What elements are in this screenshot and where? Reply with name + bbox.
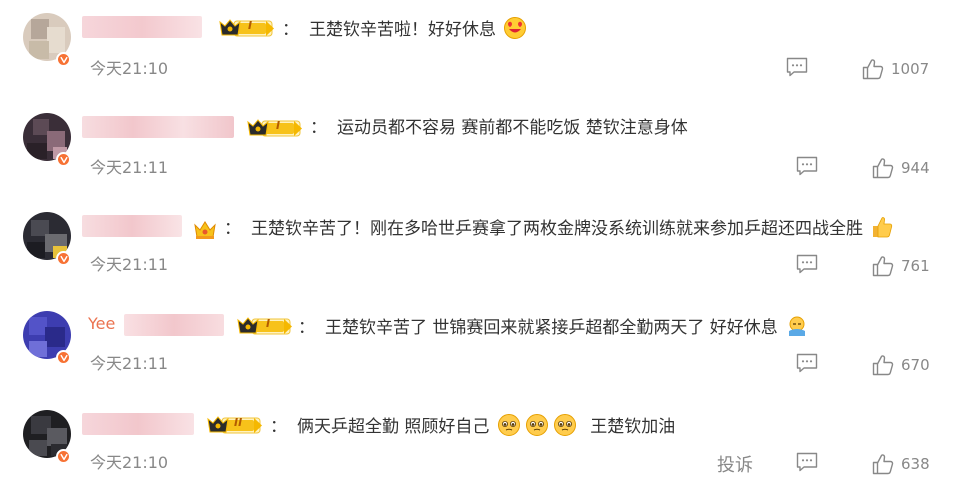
reply-icon[interactable] [786, 57, 808, 77]
comment-text: ：运动员都不容易 赛前都不能吃饭 楚钦注意身体 [310, 118, 688, 138]
username-blurred[interactable] [82, 413, 194, 435]
username-blurred[interactable] [82, 116, 234, 138]
thumbs-up-icon [871, 452, 895, 476]
badge-level: I [266, 317, 271, 330]
thumbs-up-icon [871, 254, 895, 278]
verified-badge-icon [56, 152, 71, 167]
thumbs-up-icon [861, 57, 885, 81]
username-blurred[interactable] [124, 314, 224, 336]
verified-badge-icon [56, 449, 71, 464]
verified-badge-icon [56, 251, 71, 266]
comment-text: ：王楚钦辛苦了！刚在多哈世乒赛拿了两枚金牌没系统训练就来参加乒超还四战全胜 [224, 215, 896, 241]
comment-item: I ：王楚钦辛苦啦！好好休息 今天21:10 1007 [0, 0, 960, 98]
comment-text: ：王楚钦辛苦啦！好好休息 [282, 16, 529, 42]
like-count: 1007 [891, 60, 930, 78]
comment-time: 今天21:11 [90, 255, 169, 274]
comment-time: 今天21:11 [90, 354, 169, 373]
pleading-emoji-icon [525, 414, 548, 436]
comment-item: I ：运动员都不容易 赛前都不能吃饭 楚钦注意身体 今天21:11 944 [0, 100, 960, 198]
thumbs-up-icon [871, 353, 895, 377]
comment-time: 今天21:11 [90, 158, 169, 177]
badge-level: II [234, 416, 243, 429]
verified-badge-icon [56, 52, 71, 67]
reply-icon[interactable] [796, 156, 818, 176]
thumbs-up-icon [871, 156, 895, 180]
username-blurred[interactable] [82, 215, 182, 237]
badge-level: I [248, 19, 253, 32]
comment-item: ：王楚钦辛苦了！刚在多哈世乒赛拿了两枚金牌没系统训练就来参加乒超还四战全胜 今天… [0, 199, 960, 297]
comment-item: II ：俩天乒超全勤 照顾好自己 王楚钦加油 今天21:10 投诉 638 [0, 397, 960, 495]
verified-badge-icon [56, 350, 71, 365]
badge-level: I [276, 119, 281, 132]
like-count: 944 [901, 159, 930, 177]
comment-item: Yee I ：王楚钦辛苦了 世锦赛回来就紧接乒超都全勤两天了 好好休息 今天21… [0, 298, 960, 396]
username-visible[interactable]: Yee [88, 314, 115, 333]
comment-time: 今天21:10 [90, 59, 169, 78]
like-count: 670 [901, 356, 930, 374]
smile-heart-emoji-icon [504, 17, 527, 39]
thumbs-up-emoji-icon [873, 217, 893, 238]
pleading-emoji-icon [553, 414, 576, 436]
username-blurred[interactable] [82, 16, 202, 38]
reply-icon[interactable] [796, 254, 818, 274]
like-count: 638 [901, 455, 930, 473]
reply-icon[interactable] [796, 353, 818, 373]
crown-icon [194, 221, 216, 239]
like-count: 761 [901, 257, 930, 275]
report-link[interactable]: 投诉 [717, 451, 753, 477]
comment-text: ：王楚钦辛苦了 世锦赛回来就紧接乒超都全勤两天了 好好休息 [298, 314, 811, 340]
comment-time: 今天21:10 [90, 453, 169, 472]
reply-icon[interactable] [796, 452, 818, 472]
sleepy-emoji-icon [789, 316, 806, 336]
comment-text: ：俩天乒超全勤 照顾好自己 王楚钦加油 [270, 413, 675, 439]
pleading-emoji-icon [497, 414, 520, 436]
